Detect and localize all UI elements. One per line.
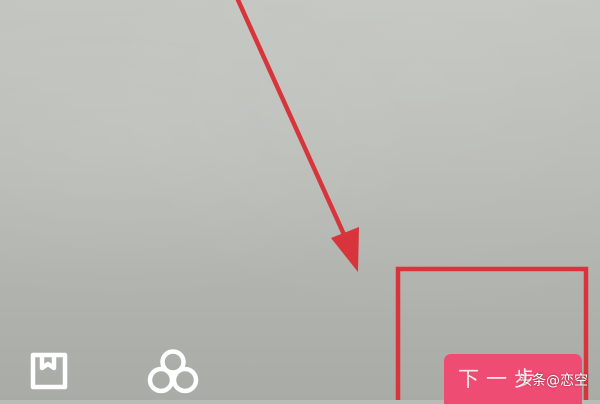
bookmark-folder-icon[interactable] <box>27 349 71 393</box>
effects-circles-icon[interactable] <box>145 346 201 396</box>
watermark-text: 头条@恋空 <box>518 373 588 389</box>
camera-preview <box>0 0 600 400</box>
